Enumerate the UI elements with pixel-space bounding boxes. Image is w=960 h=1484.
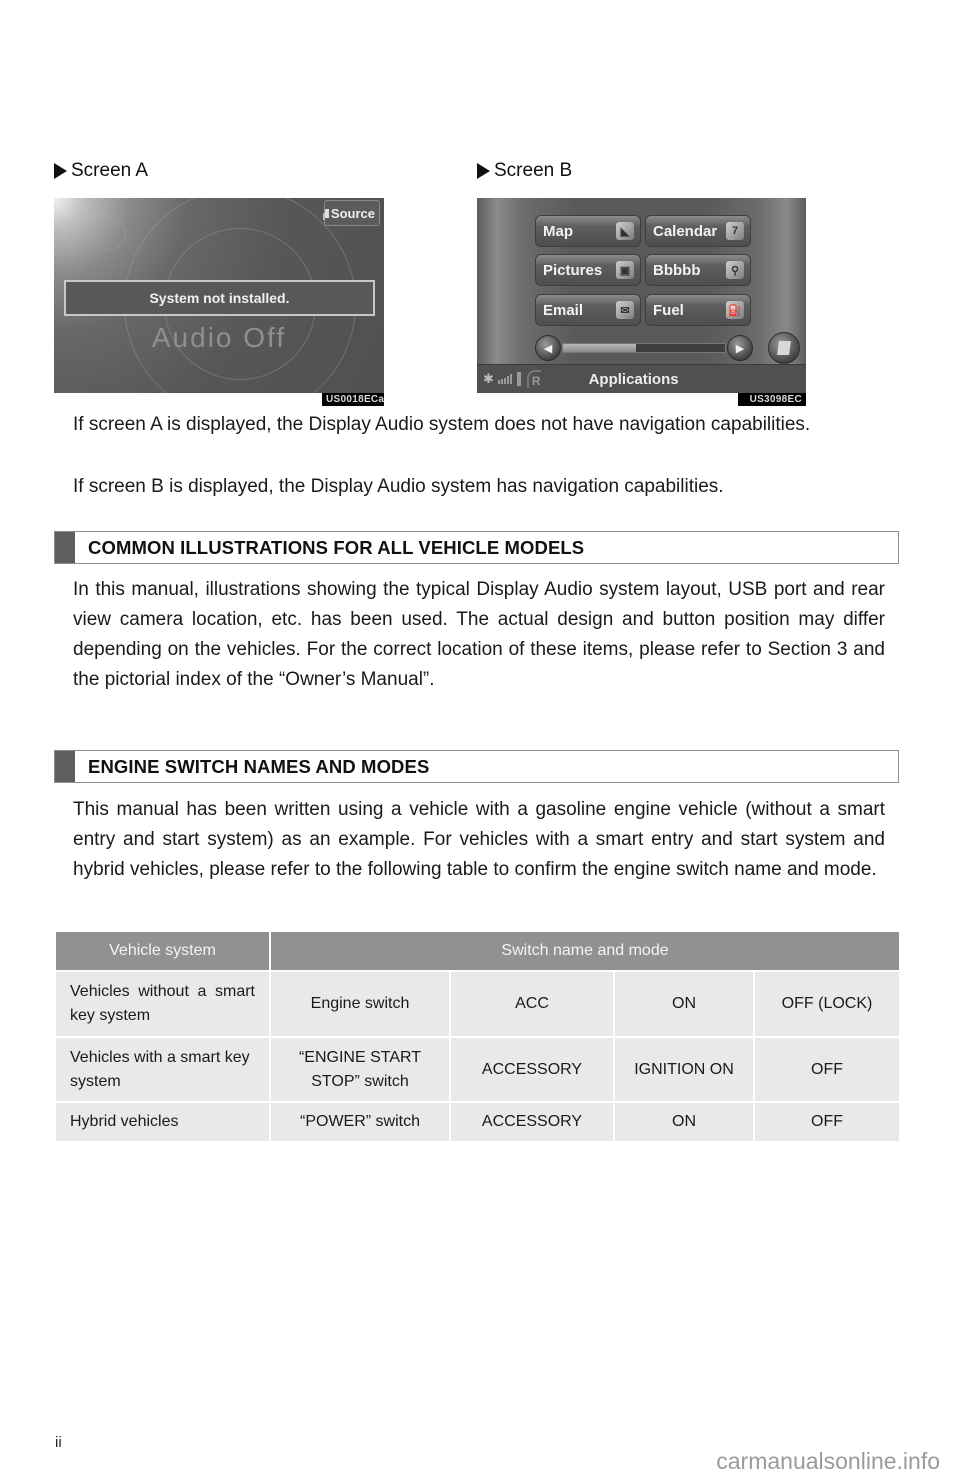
screen-b-label: Screen B [477,160,572,182]
scroll-left-button[interactable]: ◀ [535,335,561,361]
chevron-left-icon: ◀ [543,342,553,355]
audio-off-status: Audio Off [151,322,287,353]
cell-vehicle-system: Hybrid vehicles [54,1101,271,1143]
screen-a-label: Screen A [54,160,148,182]
memo-icon [777,341,791,355]
email-icon: ✉ [616,301,634,319]
cell-mode-on: ON [613,970,755,1038]
heading-text: COMMON ILLUSTRATIONS FOR ALL VEHICLE MOD… [88,536,585,558]
screen-a-label-text: Screen A [71,160,149,181]
scroll-track[interactable] [562,343,726,353]
app-label: Bbbbb [653,261,701,279]
cell-switch-name: Engine switch [269,970,451,1038]
screen-a-illustration: Source System not installed. Audio Off [54,198,384,393]
triangle-bullet-icon [477,163,490,179]
section-heading-common-illustrations: COMMON ILLUSTRATIONS FOR ALL VEHICLE MOD… [54,531,899,564]
app-label: Email [543,301,584,319]
page-number: ii [55,1434,62,1451]
figure-code-b: US3098EC [738,393,806,406]
page-scroller: ◀ ▶ [535,335,753,361]
heading-marker [55,751,75,782]
fuel-icon: ⛽ [726,301,744,319]
battery-icon [516,372,521,386]
edit-layout-button[interactable] [768,332,800,364]
table-row: Vehicles with a smart key system “ENGINE… [54,1036,902,1103]
pictures-icon: ▣ [616,261,634,279]
cell-mode-on: IGNITION ON [613,1036,755,1103]
engine-switch-table: Vehicle system Switch name and mode Vehi… [54,930,902,1143]
status-title: Applications [588,370,679,388]
search-icon: ⚲ [726,261,744,279]
app-button-map[interactable]: Map ◣ [535,215,641,247]
cell-mode-accessory: ACCESSORY [449,1036,615,1103]
cell-mode-off: OFF (LOCK) [752,970,902,1038]
bluetooth-icon: ✱ [483,371,494,386]
source-icon [325,208,329,218]
section-heading-engine-switch: ENGINE SWITCH NAMES AND MODES [54,750,899,783]
status-bar: ✱ R Applications [477,364,806,393]
cell-mode-off: OFF [752,1036,902,1103]
engine-switch-body: This manual has been written using a veh… [73,799,885,880]
table-header-row: Vehicle system Switch name and mode [54,930,902,972]
figure-code-a: US0018ECa [322,393,384,406]
cell-mode-off: OFF [752,1101,902,1143]
app-button-bbbbb[interactable]: Bbbbb ⚲ [645,254,751,286]
screen-a-description: If screen A is displayed, the Display Au… [73,414,811,435]
cell-vehicle-system: Vehicles with a smart key system [54,1036,271,1103]
cell-vehicle-system: Vehicles without a smart key system [54,970,271,1038]
table-row: Vehicles without a smart key system Engi… [54,970,902,1038]
app-button-pictures[interactable]: Pictures ▣ [535,254,641,286]
scroll-right-button[interactable]: ▶ [727,335,753,361]
source-button-label: Source [330,205,375,221]
calendar-icon: 7 [726,222,744,240]
app-label: Calendar [653,222,718,240]
common-illustrations-body: In this manual, illustrations showing th… [73,579,885,690]
app-label: Fuel [653,301,684,319]
cell-mode-accessory: ACC [449,970,615,1038]
system-not-installed-message: System not installed. [64,280,375,316]
source-button[interactable]: Source [324,200,380,226]
speaker-graphic [94,218,126,250]
scroll-position-indicator [563,344,636,352]
screen-b-label-text: Screen B [494,160,573,181]
triangle-bullet-icon [54,163,67,179]
heading-marker [55,532,75,563]
cell-switch-name: “ENGINE START STOP” switch [269,1036,451,1103]
screen-b-illustration: Map ◣ Calendar 7 Pictures ▣ Bbbbb ⚲ Emai… [477,198,806,393]
app-button-fuel[interactable]: Fuel ⛽ [645,294,751,326]
cell-switch-name: “POWER” switch [269,1101,451,1143]
app-label: Map [543,222,573,240]
app-label: Pictures [543,261,603,279]
roaming-icon: R [526,370,541,388]
cell-mode-accessory: ACCESSORY [449,1101,615,1143]
header-vehicle-system: Vehicle system [54,930,271,972]
map-icon: ◣ [616,222,634,240]
app-button-email[interactable]: Email ✉ [535,294,641,326]
message-text: System not installed. [149,290,290,306]
signal-strength-icon [497,374,512,384]
table-row: Hybrid vehicles “POWER” switch ACCESSORY… [54,1101,902,1143]
app-button-calendar[interactable]: Calendar 7 [645,215,751,247]
screen-b-description: If screen B is displayed, the Display Au… [73,476,724,497]
heading-text: ENGINE SWITCH NAMES AND MODES [88,755,430,777]
header-switch-name-and-mode: Switch name and mode [268,930,902,972]
cell-mode-on: ON [613,1101,755,1143]
watermark: carmanualsonline.info [716,1448,940,1474]
chevron-right-icon: ▶ [735,342,745,355]
